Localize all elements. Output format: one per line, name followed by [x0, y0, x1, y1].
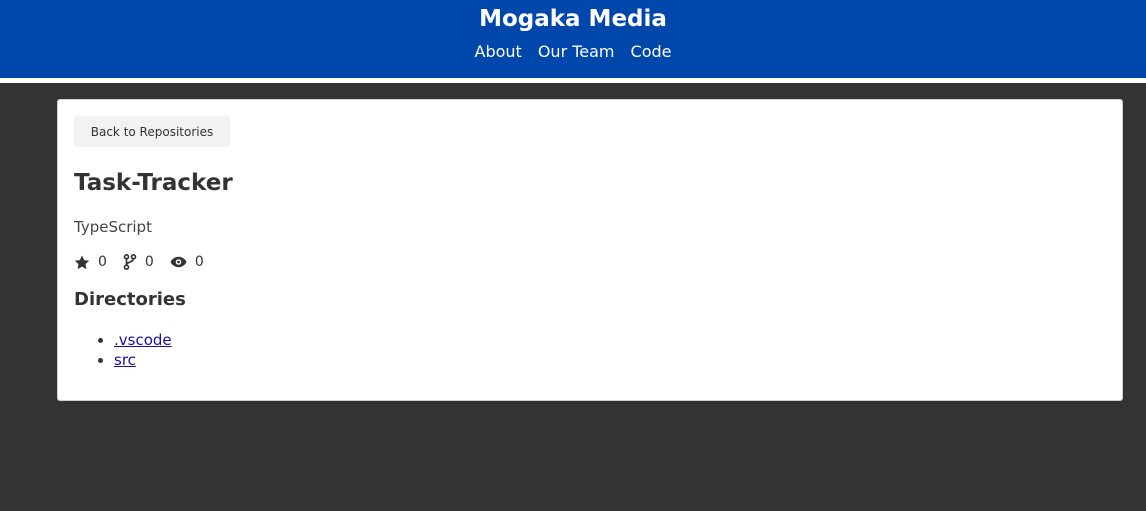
repository-language: TypeScript	[74, 218, 152, 236]
forks-stat: 0	[123, 253, 154, 271]
repository-title: Task-Tracker	[74, 170, 233, 196]
header-divider	[0, 78, 1146, 83]
repository-stats: 0 0 0	[74, 253, 220, 271]
site-title: Mogaka Media	[479, 6, 667, 32]
site-header: Mogaka Media About Our Team Code	[0, 0, 1146, 78]
star-icon	[74, 255, 90, 269]
directories-heading: Directories	[74, 289, 186, 310]
back-to-repositories-button[interactable]: Back to Repositories	[74, 116, 230, 147]
nav-link-about[interactable]: About	[475, 42, 522, 62]
directories-list: .vscode src	[74, 330, 172, 370]
main-nav: About Our Team Code	[0, 42, 1146, 62]
repository-card: Back to Repositories Task-Tracker TypeSc…	[57, 99, 1123, 401]
directory-link-src[interactable]: src	[114, 351, 136, 369]
forks-count: 0	[144, 254, 154, 270]
directory-link-vscode[interactable]: .vscode	[114, 331, 172, 349]
nav-link-code[interactable]: Code	[631, 42, 672, 62]
nav-link-our-team[interactable]: Our Team	[538, 42, 615, 62]
fork-icon	[123, 254, 137, 270]
watchers-count: 0	[194, 254, 204, 270]
watchers-stat: 0	[170, 253, 204, 271]
stars-count: 0	[98, 254, 107, 270]
list-item: src	[114, 350, 172, 370]
list-item: .vscode	[114, 330, 172, 350]
eye-icon	[170, 256, 187, 268]
stars-stat: 0	[74, 253, 107, 271]
